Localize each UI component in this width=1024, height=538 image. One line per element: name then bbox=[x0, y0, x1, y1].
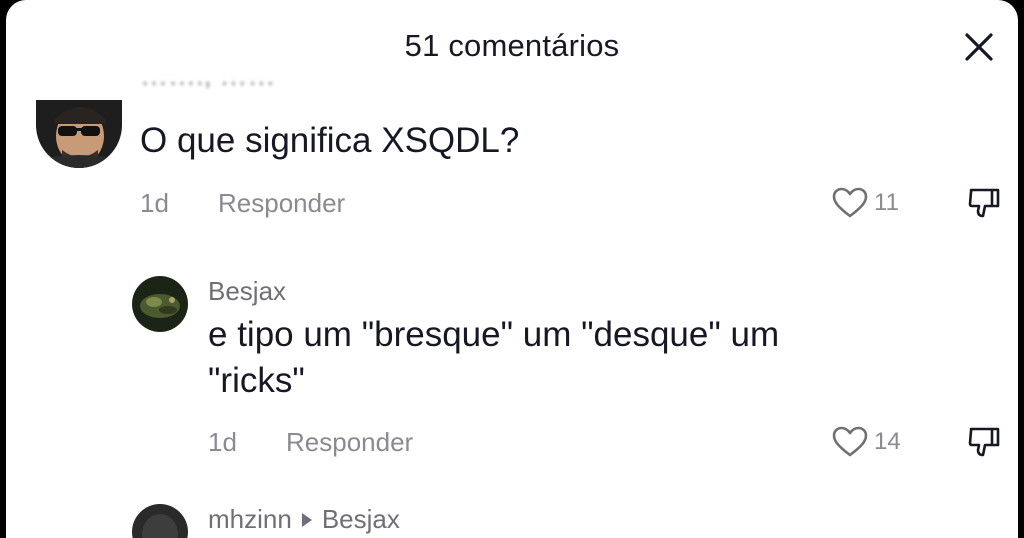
comment-username[interactable]: Besjax bbox=[208, 276, 286, 307]
comments-count-title: 51 comentários bbox=[404, 28, 620, 63]
like-count: 11 bbox=[874, 189, 899, 216]
comment-text-line: "ricks" bbox=[208, 361, 305, 400]
avatar[interactable] bbox=[132, 504, 188, 538]
reply-to-username[interactable]: Besjax bbox=[322, 504, 400, 534]
truncated-username: ……., …… bbox=[140, 74, 276, 91]
reply-button[interactable]: Responder bbox=[286, 427, 413, 458]
reply-username[interactable]: mhzinn bbox=[208, 504, 292, 534]
thumbs-down-icon bbox=[968, 427, 1000, 457]
like-button[interactable]: 11 bbox=[832, 187, 899, 219]
avatar[interactable] bbox=[36, 100, 122, 168]
comment-text: O que significa XSQDL? bbox=[140, 121, 520, 160]
comment-username: mhzinn Besjax bbox=[208, 504, 400, 535]
close-icon bbox=[965, 33, 993, 61]
comment-text-line: e tipo um "bresque" um "desque" um bbox=[208, 315, 780, 354]
comment-time: 1d bbox=[140, 188, 169, 218]
like-count: 14 bbox=[874, 428, 901, 455]
dislike-button[interactable] bbox=[964, 422, 1004, 462]
close-button[interactable] bbox=[958, 26, 1000, 68]
comments-sheet: 51 comentários ……., …… O que significa X… bbox=[6, 0, 1018, 538]
comment-time: 1d bbox=[208, 427, 237, 457]
thumbs-down-icon bbox=[968, 188, 1000, 218]
like-button[interactable]: 14 bbox=[832, 426, 901, 458]
dislike-button[interactable] bbox=[964, 183, 1004, 223]
heart-icon bbox=[832, 426, 868, 457]
reply-button[interactable]: Responder bbox=[218, 188, 345, 219]
heart-icon bbox=[832, 187, 868, 218]
reply-arrow-icon bbox=[301, 513, 312, 528]
avatar[interactable] bbox=[132, 276, 188, 332]
